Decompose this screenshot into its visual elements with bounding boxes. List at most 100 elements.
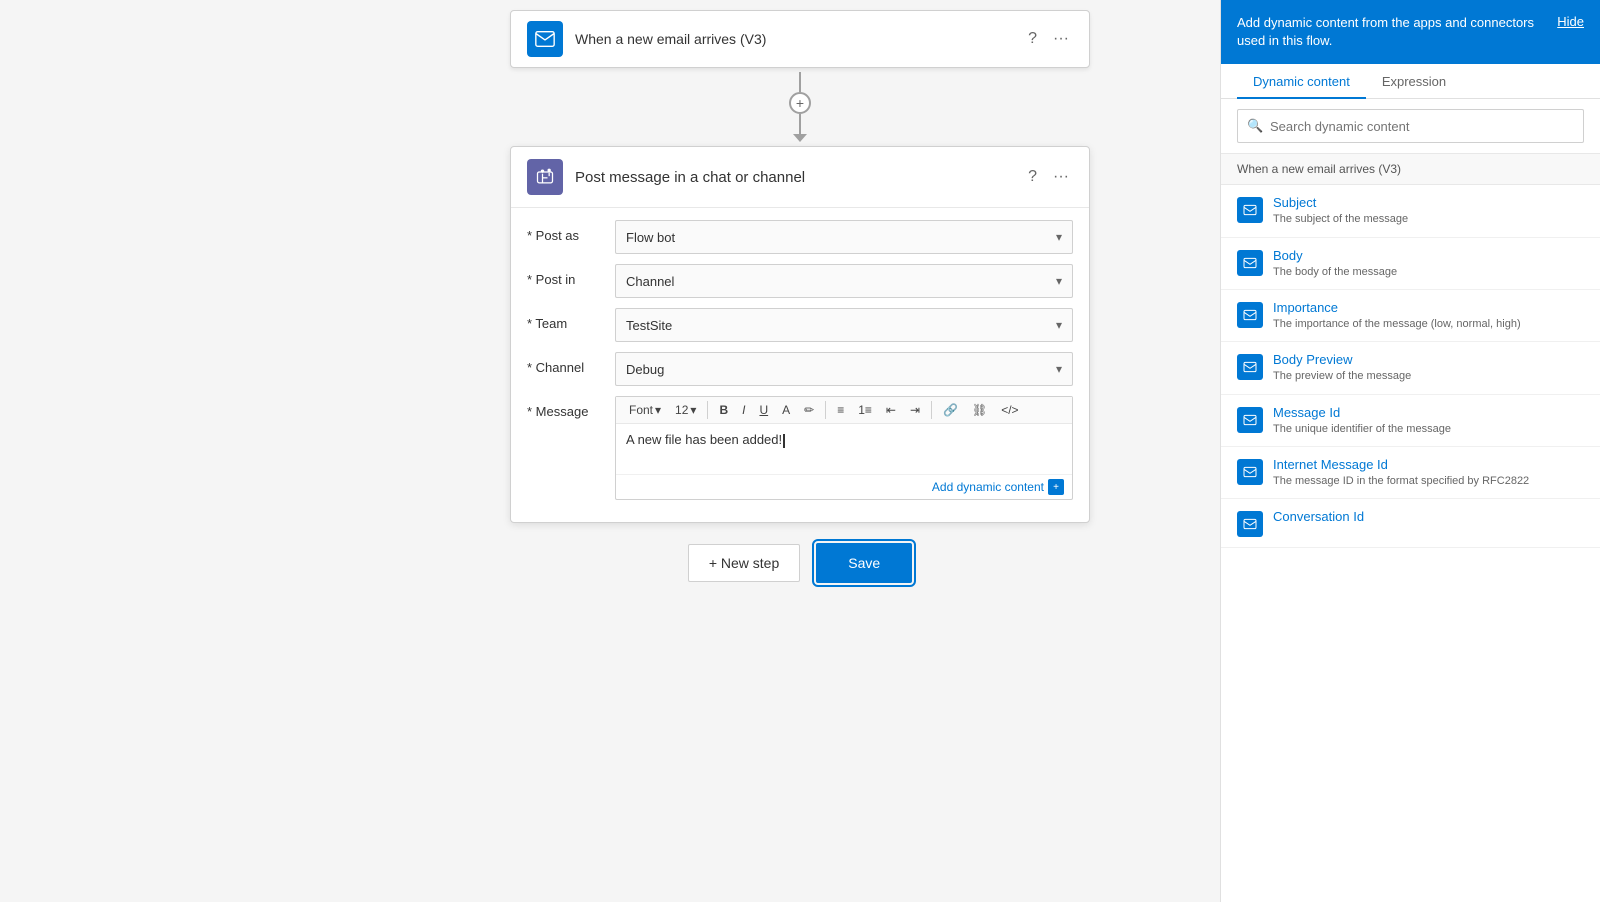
team-control: TestSite ▾ [615, 308, 1073, 342]
bold-button[interactable]: B [714, 401, 733, 419]
dynamic-item-icon-1 [1237, 250, 1263, 276]
message-footer: Add dynamic content + [616, 474, 1072, 499]
dynamic-item[interactable]: Body Preview The preview of the message [1221, 342, 1600, 394]
highlight-button[interactable]: ✏ [799, 401, 819, 419]
search-wrapper: 🔍 [1237, 109, 1584, 143]
toolbar-sep-2 [825, 401, 826, 419]
add-dynamic-label: Add dynamic content [932, 480, 1044, 494]
font-size-value: 12 [675, 403, 688, 417]
dynamic-item-text-2: Importance The importance of the message… [1273, 300, 1584, 331]
new-step-button[interactable]: + New step [688, 544, 800, 582]
dynamic-item-desc-1: The body of the message [1273, 265, 1584, 279]
font-dropdown-button[interactable]: Font ▾ [624, 401, 666, 419]
arrow-connector-1: + [789, 72, 811, 142]
message-label: * Message [527, 396, 607, 419]
more-options-button[interactable]: ··· [1049, 26, 1073, 52]
post-in-control: Channel ▾ [615, 264, 1073, 298]
dynamic-panel-header: Add dynamic content from the apps and co… [1221, 0, 1600, 64]
increase-indent-button[interactable]: ⇥ [905, 401, 925, 419]
toolbar-sep-1 [707, 401, 708, 419]
action-more-button[interactable]: ··· [1049, 164, 1073, 190]
dynamic-item-name-0: Subject [1273, 195, 1584, 210]
tab-dynamic-content[interactable]: Dynamic content [1237, 64, 1366, 99]
post-as-control: Flow bot ▾ [615, 220, 1073, 254]
search-dynamic-input[interactable] [1237, 109, 1584, 143]
email-trigger-icon [527, 21, 563, 57]
action-help-button[interactable]: ? [1024, 164, 1041, 190]
save-button[interactable]: Save [816, 543, 912, 583]
link-button[interactable]: 🔗 [938, 401, 963, 419]
dynamic-items-list: Subject The subject of the message Body … [1221, 185, 1600, 902]
save-label: Save [848, 555, 880, 571]
dynamic-item[interactable]: Subject The subject of the message [1221, 185, 1600, 237]
font-size-chevron: ▾ [690, 403, 696, 417]
post-in-row: * Post in Channel ▾ [527, 264, 1073, 298]
post-as-dropdown[interactable]: Flow bot ▾ [615, 220, 1073, 254]
dynamic-item[interactable]: Internet Message Id The message ID in th… [1221, 447, 1600, 499]
dynamic-item-desc-0: The subject of the message [1273, 212, 1584, 226]
decrease-indent-button[interactable]: ⇤ [881, 401, 901, 419]
code-button[interactable]: </> [996, 401, 1023, 419]
teams-icon [527, 159, 563, 195]
dynamic-item-icon-0 [1237, 197, 1263, 223]
team-label: * Team [527, 308, 607, 331]
dynamic-content-panel: Add dynamic content from the apps and co… [1220, 0, 1600, 902]
team-value: TestSite [626, 318, 672, 333]
dynamic-tabs: Dynamic content Expression [1221, 64, 1600, 99]
channel-row: * Channel Debug ▾ [527, 352, 1073, 386]
team-dropdown[interactable]: TestSite ▾ [615, 308, 1073, 342]
email-trigger-block[interactable]: When a new email arrives (V3) ? ··· [510, 10, 1090, 68]
team-chevron: ▾ [1056, 318, 1062, 332]
dynamic-item-text-0: Subject The subject of the message [1273, 195, 1584, 226]
search-icon: 🔍 [1247, 118, 1263, 134]
post-in-dropdown[interactable]: Channel ▾ [615, 264, 1073, 298]
dynamic-item[interactable]: Body The body of the message [1221, 238, 1600, 290]
message-editor: Font ▾ 12 ▾ B I U A [615, 396, 1073, 500]
add-dynamic-content-button[interactable]: Add dynamic content + [932, 479, 1064, 495]
font-label: Font [629, 403, 653, 417]
help-button[interactable]: ? [1024, 26, 1041, 52]
message-body-text[interactable]: A new file has been added! [616, 424, 1072, 474]
dynamic-item-text-5: Internet Message Id The message ID in th… [1273, 457, 1584, 488]
unlink-button[interactable]: ⛓ [967, 401, 992, 419]
email-trigger-title: When a new email arrives (V3) [575, 31, 1012, 47]
dynamic-item-name-5: Internet Message Id [1273, 457, 1584, 472]
italic-button[interactable]: I [737, 401, 750, 419]
underline-button[interactable]: U [754, 401, 773, 419]
dynamic-item[interactable]: Importance The importance of the message… [1221, 290, 1600, 342]
dynamic-item[interactable]: Conversation Id [1221, 499, 1600, 548]
post-as-label: * Post as [527, 220, 607, 243]
color-button[interactable]: A [777, 401, 795, 419]
post-in-label: * Post in [527, 264, 607, 287]
channel-value: Debug [626, 362, 664, 377]
add-step-plus-button[interactable]: + [789, 92, 811, 114]
dynamic-item-desc-2: The importance of the message (low, norm… [1273, 317, 1584, 331]
dynamic-item[interactable]: Message Id The unique identifier of the … [1221, 395, 1600, 447]
message-control: Font ▾ 12 ▾ B I U A [615, 396, 1073, 500]
action-card-body: * Post as Flow bot ▾ * Post in Channel ▾ [511, 208, 1089, 522]
dynamic-item-name-3: Body Preview [1273, 352, 1584, 367]
tab-expression[interactable]: Expression [1366, 64, 1462, 99]
dynamic-item-desc-3: The preview of the message [1273, 369, 1584, 383]
dynamic-item-text-6: Conversation Id [1273, 509, 1584, 526]
dynamic-item-icon-4 [1237, 407, 1263, 433]
connector-actions: ? ··· [1024, 26, 1073, 52]
dynamic-item-icon-2 [1237, 302, 1263, 328]
add-dynamic-icon: + [1048, 479, 1064, 495]
toolbar-sep-3 [931, 401, 932, 419]
post-in-chevron: ▾ [1056, 274, 1062, 288]
dynamic-item-name-1: Body [1273, 248, 1584, 263]
hide-dynamic-panel-button[interactable]: Hide [1557, 14, 1584, 29]
numbered-list-button[interactable]: 1≡ [853, 401, 877, 419]
action-card-actions: ? ··· [1024, 164, 1073, 190]
action-card-header: Post message in a chat or channel ? ··· [511, 147, 1089, 208]
post-as-row: * Post as Flow bot ▾ [527, 220, 1073, 254]
dynamic-item-text-3: Body Preview The preview of the message [1273, 352, 1584, 383]
channel-dropdown[interactable]: Debug ▾ [615, 352, 1073, 386]
dynamic-item-name-2: Importance [1273, 300, 1584, 315]
dynamic-item-icon-6 [1237, 511, 1263, 537]
font-size-button[interactable]: 12 ▾ [670, 401, 701, 419]
bullet-list-button[interactable]: ≡ [832, 401, 849, 419]
dynamic-item-icon-3 [1237, 354, 1263, 380]
connector-line [799, 72, 801, 92]
